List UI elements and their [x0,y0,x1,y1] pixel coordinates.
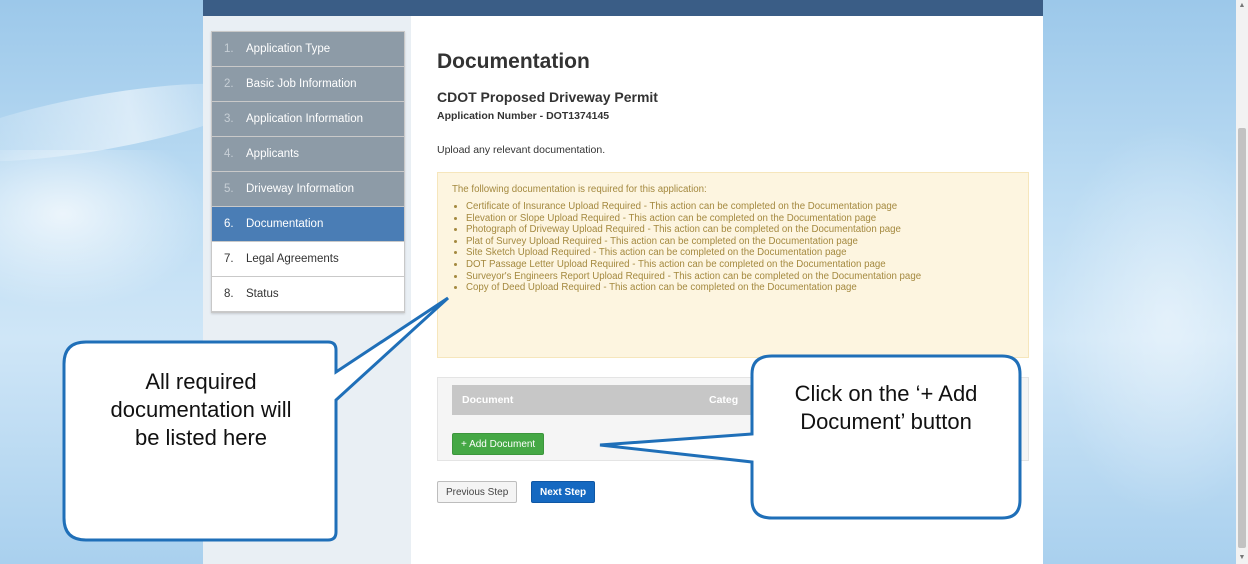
callout-overlay [62,296,1022,542]
right-callout-text: Click on the ‘+ Add Document’ button [794,381,978,434]
left-callout-text: All required documentation will be liste… [110,369,292,450]
